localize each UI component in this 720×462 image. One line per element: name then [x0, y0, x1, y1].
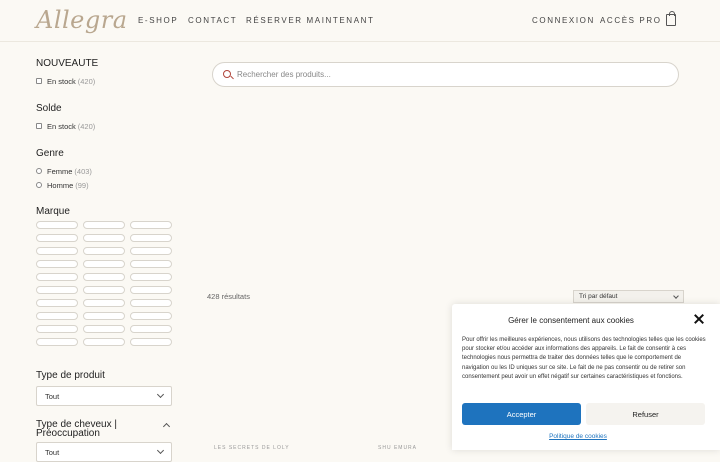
brand-option[interactable]: [130, 273, 172, 281]
search-placeholder: Rechercher des produits...: [237, 70, 331, 79]
filter-title-genre: Genre: [36, 148, 64, 159]
brand-option[interactable]: [83, 286, 125, 294]
nav-reserver[interactable]: RÉSERVER MAINTENANT: [246, 16, 375, 25]
brand-option[interactable]: [130, 234, 172, 242]
product-search-input[interactable]: Rechercher des produits...: [212, 62, 679, 87]
brand-option[interactable]: [83, 234, 125, 242]
brand-option[interactable]: [83, 221, 125, 229]
brand-option[interactable]: [83, 312, 125, 320]
filter-title-solde: Solde: [36, 103, 62, 114]
brand-option[interactable]: [130, 312, 172, 320]
brand-option[interactable]: [36, 286, 78, 294]
radio-icon[interactable]: [36, 182, 42, 188]
filter-option-count: (99): [75, 180, 89, 190]
filter-genre-femme[interactable]: Femme (403): [36, 164, 176, 178]
chevron-down-icon: [156, 390, 165, 399]
brand-option[interactable]: [130, 260, 172, 268]
cookie-policy-link[interactable]: Politique de cookies: [452, 433, 704, 440]
filter-title-type-cheveux: Type de cheveux | Préoccupation: [36, 419, 117, 439]
select-value: Tout: [45, 447, 60, 457]
sort-select[interactable]: Tri par défaut: [573, 290, 684, 303]
brand-option[interactable]: [36, 260, 78, 268]
search-icon: [223, 70, 231, 78]
filter-title-nouveaute: NOUVEAUTE: [36, 58, 99, 69]
brand-option[interactable]: [36, 338, 78, 346]
filter-title-type-produit: Type de produit: [36, 370, 105, 381]
brand-option[interactable]: [130, 247, 172, 255]
sort-value: Tri par défaut: [579, 293, 618, 300]
filter-sidebar: NOUVEAUTE En stock (420) Solde En stock …: [36, 58, 176, 462]
brand-option[interactable]: [36, 247, 78, 255]
close-icon[interactable]: [693, 313, 705, 325]
filter-option-count: (403): [74, 166, 92, 176]
results-count: 428 résultats: [207, 292, 250, 301]
brand-option[interactable]: [130, 299, 172, 307]
filter-option-count: (420): [77, 121, 96, 131]
checkbox-icon[interactable]: [36, 78, 42, 84]
filter-option-label: En stock: [47, 121, 76, 131]
filter-option-label: Femme: [47, 166, 73, 176]
cookie-text: Pour offrir les meilleures expériences, …: [462, 337, 706, 380]
type-cheveux-select[interactable]: Tout: [36, 442, 172, 462]
cookie-title: Gérer le consentement aux cookies: [508, 316, 634, 325]
brand-option[interactable]: [36, 299, 78, 307]
site-header: Allegra E-SHOP CONTACT RÉSERVER MAINTENA…: [0, 0, 720, 42]
brand-option[interactable]: [83, 338, 125, 346]
chevron-down-icon: [156, 446, 165, 455]
radio-icon[interactable]: [36, 168, 42, 174]
refuse-button[interactable]: Refuser: [586, 403, 705, 425]
brand-option[interactable]: [36, 273, 78, 281]
filter-option-count: (420): [77, 76, 96, 86]
brand-option[interactable]: [83, 299, 125, 307]
product-brand-label: LES SECRETS DE LOLY: [214, 445, 290, 451]
brand-option[interactable]: [36, 234, 78, 242]
brand-option[interactable]: [83, 325, 125, 333]
cookie-consent-dialog: Gérer le consentement aux cookies Pour o…: [452, 304, 720, 450]
nav-connexion[interactable]: CONNEXION: [532, 16, 595, 25]
type-produit-select[interactable]: Tout: [36, 386, 172, 406]
brand-option[interactable]: [83, 247, 125, 255]
filter-option-label: En stock: [47, 76, 76, 86]
nav-contact[interactable]: CONTACT: [188, 16, 237, 25]
brand-option[interactable]: [83, 273, 125, 281]
filter-type-cheveux-header[interactable]: Type de cheveux | Préoccupation: [36, 419, 172, 439]
brand-option[interactable]: [36, 312, 78, 320]
brand-option[interactable]: [130, 325, 172, 333]
shopping-bag-icon[interactable]: [666, 11, 676, 26]
filter-title-marque: Marque: [36, 206, 70, 217]
brand-option[interactable]: [130, 221, 172, 229]
brand-option[interactable]: [130, 338, 172, 346]
brand-option[interactable]: [130, 286, 172, 294]
filter-nouveaute-en-stock[interactable]: En stock (420): [36, 74, 176, 88]
filter-genre-homme[interactable]: Homme (99): [36, 178, 176, 192]
chevron-down-icon: [673, 292, 679, 299]
filter-solde-en-stock[interactable]: En stock (420): [36, 119, 176, 133]
product-brand-label: SHU EMURA: [378, 445, 418, 451]
chevron-up-icon[interactable]: [162, 422, 171, 431]
brand-option[interactable]: [36, 221, 78, 229]
select-value: Tout: [45, 391, 60, 401]
nav-acces-pro[interactable]: ACCÈS PRO: [600, 16, 662, 25]
brand-option[interactable]: [83, 260, 125, 268]
brand-grid: [36, 221, 176, 346]
brand-option[interactable]: [36, 325, 78, 333]
nav-eshop[interactable]: E-SHOP: [138, 16, 178, 25]
site-logo[interactable]: Allegra: [36, 6, 128, 34]
checkbox-icon[interactable]: [36, 123, 42, 129]
accept-button[interactable]: Accepter: [462, 403, 581, 425]
filter-option-label: Homme: [47, 180, 74, 190]
